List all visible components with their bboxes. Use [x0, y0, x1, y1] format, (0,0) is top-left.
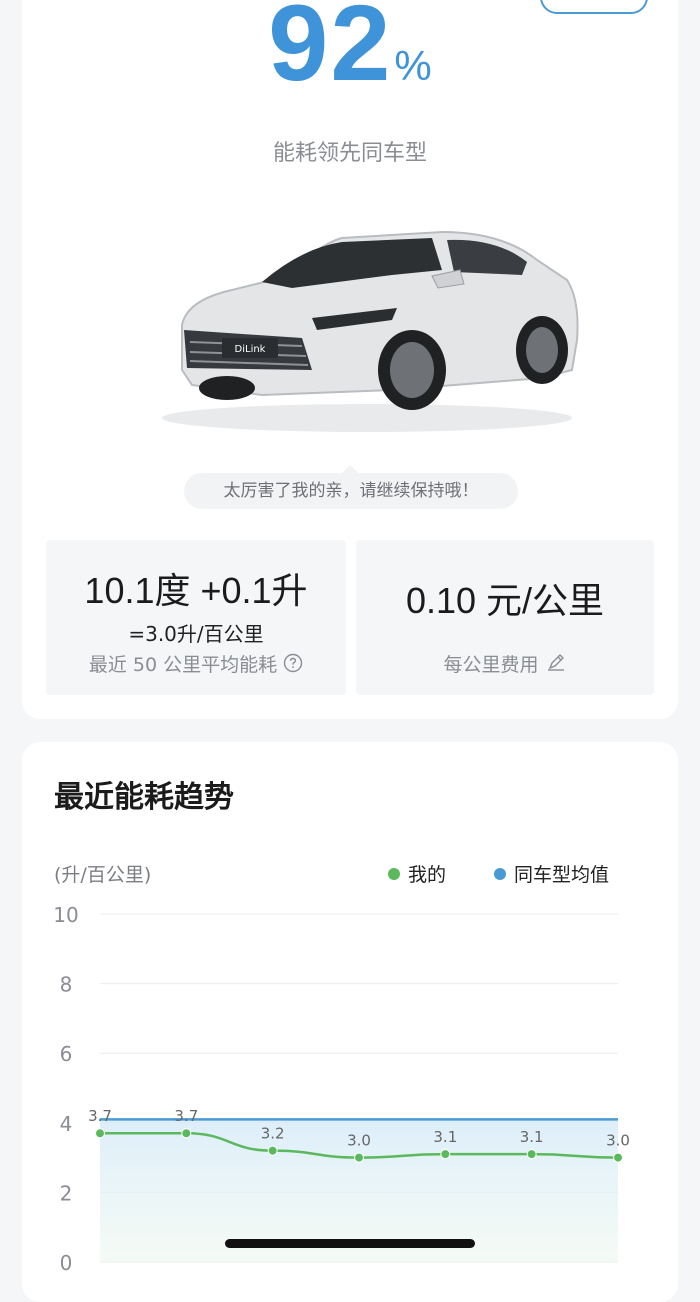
consumption-per-100km: =3.0升/百公里 [128, 622, 264, 646]
car-illustration: DiLink [162, 230, 579, 432]
score-caption: 能耗领先同车型 [272, 141, 427, 166]
help-icon[interactable] [283, 653, 303, 678]
cost-per-km-stat: 0.10 元/公里 每公里费用 [356, 540, 654, 695]
cost-label-text: 每公里费用 [443, 654, 539, 676]
data-label: 3.0 [606, 1132, 630, 1150]
series-mine-point [181, 1128, 192, 1139]
series-mine-point [354, 1152, 364, 1163]
score-value: 92 [268, 0, 393, 103]
series-mine-point [526, 1149, 537, 1160]
data-label: 3.0 [347, 1132, 371, 1150]
trend-chart: 10 8 6 4 2 0 3.7 3.7 3.2 3.0 3.1 3.1 3.0 [53, 903, 630, 1275]
cost-value: 0.10 元/公里 [405, 580, 605, 621]
encouragement-bubble: 太厉害了我的亲，请继续保持哦！ [184, 465, 518, 509]
y-tick-label: 6 [60, 1042, 73, 1066]
car-image: DiLink [142, 220, 592, 435]
energy-score-card: 92% 能耗领先同车型 DiLink 太厉害了我的亲，请继续保持哦！ 10.1度… [22, 0, 678, 719]
data-label: 3.2 [261, 1125, 285, 1143]
series-mine-point [440, 1149, 451, 1160]
data-label: 3.1 [520, 1128, 544, 1146]
score-unit: % [394, 42, 432, 89]
data-label: 3.7 [174, 1107, 198, 1125]
score-display: 92% [22, 0, 678, 105]
consumption-label-text: 最近 50 公里平均能耗 [88, 654, 278, 676]
data-label: 3.7 [88, 1107, 112, 1125]
y-tick-label: 2 [60, 1181, 73, 1205]
y-tick-label: 4 [60, 1112, 73, 1136]
y-tick-label: 8 [60, 973, 73, 997]
average-consumption-stat: 10.1度 +0.1升 =3.0升/百公里 最近 50 公里平均能耗 [46, 540, 346, 695]
home-indicator [225, 1239, 475, 1248]
trend-card: 最近能耗趋势 (升/百公里) 我的 同车型均值 10 8 6 4 2 0 3.7 3.7 3.2… [22, 742, 678, 1302]
consumption-label: 最近 50 公里平均能耗 [46, 650, 346, 678]
consumption-main-value: 10.1度 +0.1升 [84, 570, 308, 611]
series-mine-point [613, 1152, 623, 1163]
svg-text:DiLink: DiLink [235, 344, 266, 355]
y-tick-label: 10 [53, 903, 78, 927]
data-label: 3.1 [433, 1128, 457, 1146]
series-mine-point [267, 1145, 278, 1156]
y-tick-label: 0 [60, 1251, 73, 1275]
cost-label: 每公里费用 [356, 650, 654, 678]
series-mine-point [95, 1128, 105, 1139]
edit-icon[interactable] [545, 653, 567, 678]
